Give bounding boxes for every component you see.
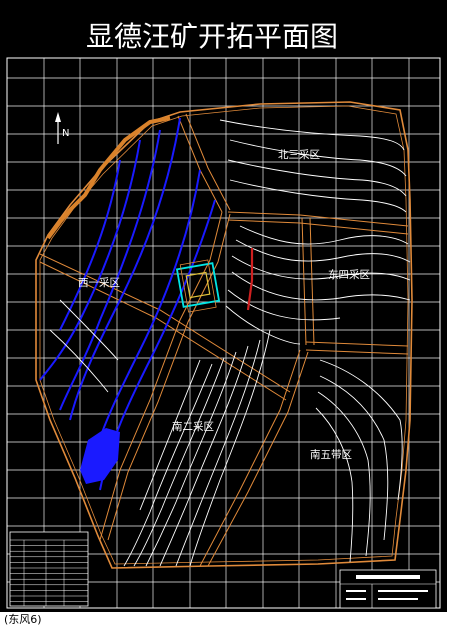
title-block-line3 bbox=[346, 590, 366, 592]
zone-label-north3: 北三采区 bbox=[278, 149, 320, 161]
drawing-sheet bbox=[0, 0, 447, 612]
footer-caption: (东风6) bbox=[4, 613, 42, 626]
coordinate-table-frame bbox=[9, 531, 89, 607]
title-block-line4 bbox=[346, 598, 366, 600]
title-block-line2 bbox=[378, 598, 418, 600]
zone-label-west: 西一采区 bbox=[78, 277, 120, 289]
zone-label-east4: 东四采区 bbox=[328, 268, 370, 281]
north-label: N bbox=[62, 128, 69, 139]
zone-label-south2: 南二采区 bbox=[172, 420, 214, 433]
title-block-heading bbox=[356, 575, 420, 579]
coordinate-table bbox=[9, 531, 89, 607]
zone-label-south5: 南五带区 bbox=[310, 448, 352, 461]
mine-plan-diagram: N 显德汪矿开拓平面图 北三采区 西一采区 东四采区 南二采区 南五带区 bbox=[0, 0, 447, 612]
title-block-line1 bbox=[378, 590, 428, 592]
title-block bbox=[339, 569, 437, 609]
diagram-title: 显德汪矿开拓平面图 bbox=[86, 20, 338, 53]
